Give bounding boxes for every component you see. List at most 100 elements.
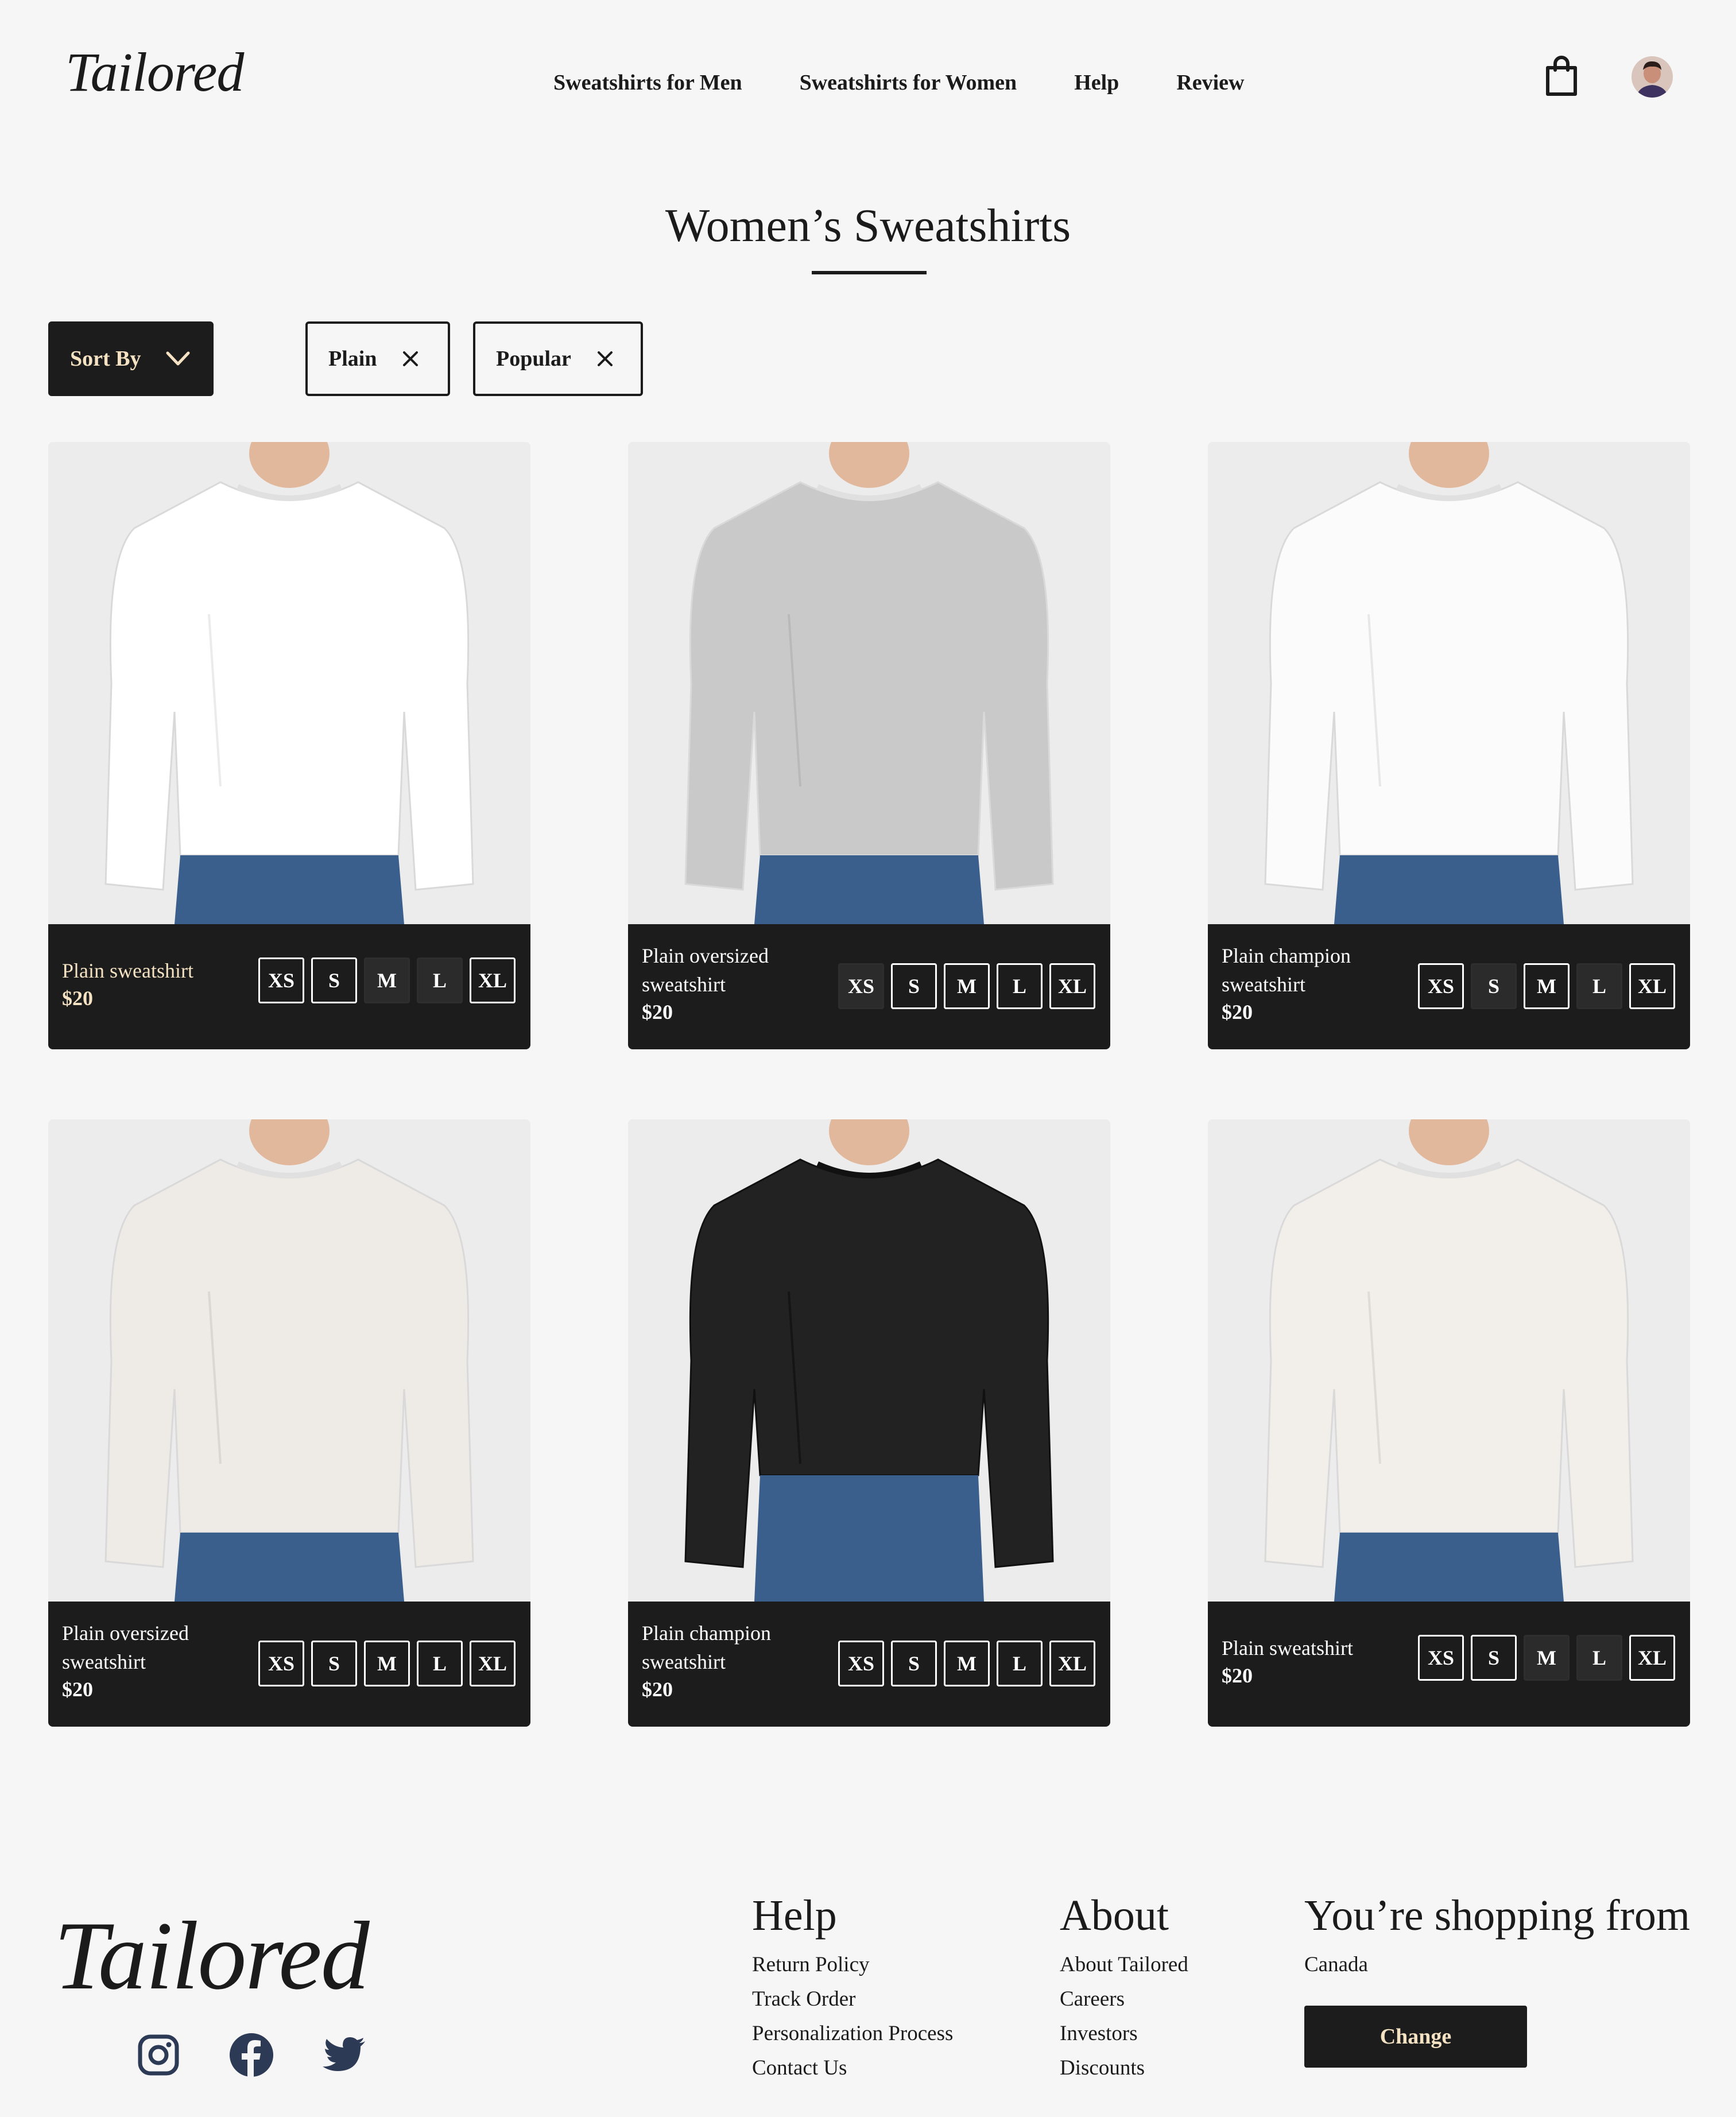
product-price: $20: [642, 1001, 673, 1023]
shopping-bag-icon[interactable]: [1544, 55, 1579, 96]
change-region-button[interactable]: Change: [1304, 2006, 1527, 2068]
size-option-l[interactable]: L: [1576, 1635, 1622, 1681]
size-selector: XS S M L XL: [1418, 1635, 1675, 1681]
user-avatar[interactable]: [1632, 56, 1673, 98]
size-selector: XS S M L XL: [1418, 963, 1675, 1009]
size-option-l[interactable]: L: [417, 957, 463, 1003]
product-card[interactable]: Plain champion sweatshirt $20 XS S M L XL: [628, 1119, 1110, 1727]
size-option-l[interactable]: L: [417, 1641, 463, 1686]
nav-women[interactable]: Sweatshirts for Women: [800, 70, 1017, 95]
size-option-s[interactable]: S: [891, 963, 937, 1009]
size-option-xs[interactable]: XS: [838, 963, 884, 1009]
filter-chip-label: Plain: [328, 347, 377, 371]
nav-men[interactable]: Sweatshirts for Men: [553, 70, 742, 95]
footer-link-return-policy[interactable]: Return Policy: [752, 1948, 953, 1982]
size-option-xs[interactable]: XS: [1418, 963, 1464, 1009]
chevron-down-icon: [166, 351, 189, 366]
product-card[interactable]: Plain oversized sweatshirt $20 XS S M L XL: [628, 442, 1110, 1049]
product-card[interactable]: Plain oversized sweatshirt $20 XS S M L XL: [48, 1119, 530, 1727]
product-price: $20: [62, 1678, 93, 1701]
size-option-xl[interactable]: XL: [1629, 1635, 1675, 1681]
size-option-s[interactable]: S: [1471, 963, 1517, 1009]
size-option-m[interactable]: M: [944, 1641, 990, 1686]
size-option-s[interactable]: S: [891, 1641, 937, 1686]
footer-link-careers[interactable]: Careers: [1060, 1982, 1188, 2017]
size-option-s[interactable]: S: [311, 1641, 357, 1686]
size-option-m[interactable]: M: [364, 957, 410, 1003]
footer-help: Help Return Policy Track Order Personali…: [752, 1891, 953, 2085]
product-price: $20: [642, 1678, 673, 1701]
product-image[interactable]: [1208, 1119, 1690, 1602]
close-icon[interactable]: [402, 350, 419, 367]
current-country: Canada: [1304, 1953, 1368, 1976]
product-name[interactable]: Plain oversized sweatshirt: [642, 941, 831, 999]
nav-review[interactable]: Review: [1176, 70, 1244, 95]
product-name[interactable]: Plain champion sweatshirt: [642, 1619, 831, 1676]
page-title: Women’s Sweatshirts: [665, 199, 1071, 251]
product-image[interactable]: [628, 442, 1110, 924]
footer-about: About About Tailored Careers Investors D…: [1060, 1891, 1188, 2085]
footer-help-title: Help: [752, 1891, 837, 1940]
size-option-xl[interactable]: XL: [470, 957, 516, 1003]
footer-link-investors[interactable]: Investors: [1060, 2017, 1188, 2051]
product-card[interactable]: Plain sweatshirt $20 XS S M L XL: [1208, 1119, 1690, 1727]
size-option-l[interactable]: L: [997, 963, 1043, 1009]
product-name[interactable]: Plain sweatshirt: [62, 956, 251, 985]
product-price: $20: [1222, 1001, 1253, 1023]
sort-by-button[interactable]: Sort By: [48, 321, 214, 396]
size-option-xl[interactable]: XL: [1049, 1641, 1095, 1686]
footer-link-contact[interactable]: Contact Us: [752, 2051, 953, 2085]
sort-by-label: Sort By: [70, 347, 141, 371]
size-option-xs[interactable]: XS: [258, 957, 304, 1003]
facebook-icon[interactable]: [228, 2032, 274, 2078]
product-name[interactable]: Plain sweatshirt: [1222, 1634, 1411, 1662]
size-option-xl[interactable]: XL: [1629, 963, 1675, 1009]
product-name[interactable]: Plain oversized sweatshirt: [62, 1619, 251, 1676]
size-option-xl[interactable]: XL: [1049, 963, 1095, 1009]
product-card[interactable]: Plain sweatshirt $20 XS S M L XL: [48, 442, 530, 1049]
footer-link-track-order[interactable]: Track Order: [752, 1982, 953, 2017]
title-underline: [812, 271, 927, 274]
size-option-m[interactable]: M: [1524, 1635, 1570, 1681]
twitter-icon[interactable]: [321, 2032, 367, 2078]
footer-about-title: About: [1060, 1891, 1169, 1940]
product-card[interactable]: Plain champion sweatshirt $20 XS S M L XL: [1208, 442, 1690, 1049]
size-option-xl[interactable]: XL: [470, 1641, 516, 1686]
size-selector: XS S M L XL: [258, 1641, 516, 1686]
footer-logo[interactable]: Tailored: [54, 1900, 370, 2012]
footer-link-personalization[interactable]: Personalization Process: [752, 2017, 953, 2051]
size-selector: XS S M L XL: [258, 957, 516, 1003]
filter-chip-popular[interactable]: Popular: [473, 321, 643, 396]
size-option-xs[interactable]: XS: [258, 1641, 304, 1686]
product-info: Plain sweatshirt $20 XS S M L XL: [1208, 1602, 1690, 1727]
close-icon[interactable]: [596, 350, 614, 367]
product-price: $20: [62, 987, 93, 1010]
size-option-xs[interactable]: XS: [1418, 1635, 1464, 1681]
size-option-m[interactable]: M: [364, 1641, 410, 1686]
brand-logo[interactable]: Tailored: [65, 40, 244, 104]
product-image[interactable]: [48, 1119, 530, 1602]
size-option-s[interactable]: S: [1471, 1635, 1517, 1681]
product-info: Plain champion sweatshirt $20 XS S M L XL: [628, 1602, 1110, 1727]
product-image[interactable]: [48, 442, 530, 924]
product-name[interactable]: Plain champion sweatshirt: [1222, 941, 1411, 999]
size-option-l[interactable]: L: [1576, 963, 1622, 1009]
size-selector: XS S M L XL: [838, 1641, 1095, 1686]
size-option-l[interactable]: L: [997, 1641, 1043, 1686]
size-option-xs[interactable]: XS: [838, 1641, 884, 1686]
nav-help[interactable]: Help: [1074, 70, 1119, 95]
filter-chip-label: Popular: [496, 347, 571, 371]
size-option-m[interactable]: M: [944, 963, 990, 1009]
main-nav: Sweatshirts for Men Sweatshirts for Wome…: [553, 70, 1245, 95]
size-option-m[interactable]: M: [1524, 963, 1570, 1009]
product-info: Plain sweatshirt $20 XS S M L XL: [48, 924, 530, 1049]
instagram-icon[interactable]: [135, 2032, 181, 2078]
product-info: Plain oversized sweatshirt $20 XS S M L XL: [48, 1602, 530, 1727]
product-image[interactable]: [1208, 442, 1690, 924]
footer-link-discounts[interactable]: Discounts: [1060, 2051, 1188, 2085]
size-selector: XS S M L XL: [838, 963, 1095, 1009]
footer-link-about-tailored[interactable]: About Tailored: [1060, 1948, 1188, 1982]
product-image[interactable]: [628, 1119, 1110, 1602]
size-option-s[interactable]: S: [311, 957, 357, 1003]
filter-chip-plain[interactable]: Plain: [305, 321, 450, 396]
